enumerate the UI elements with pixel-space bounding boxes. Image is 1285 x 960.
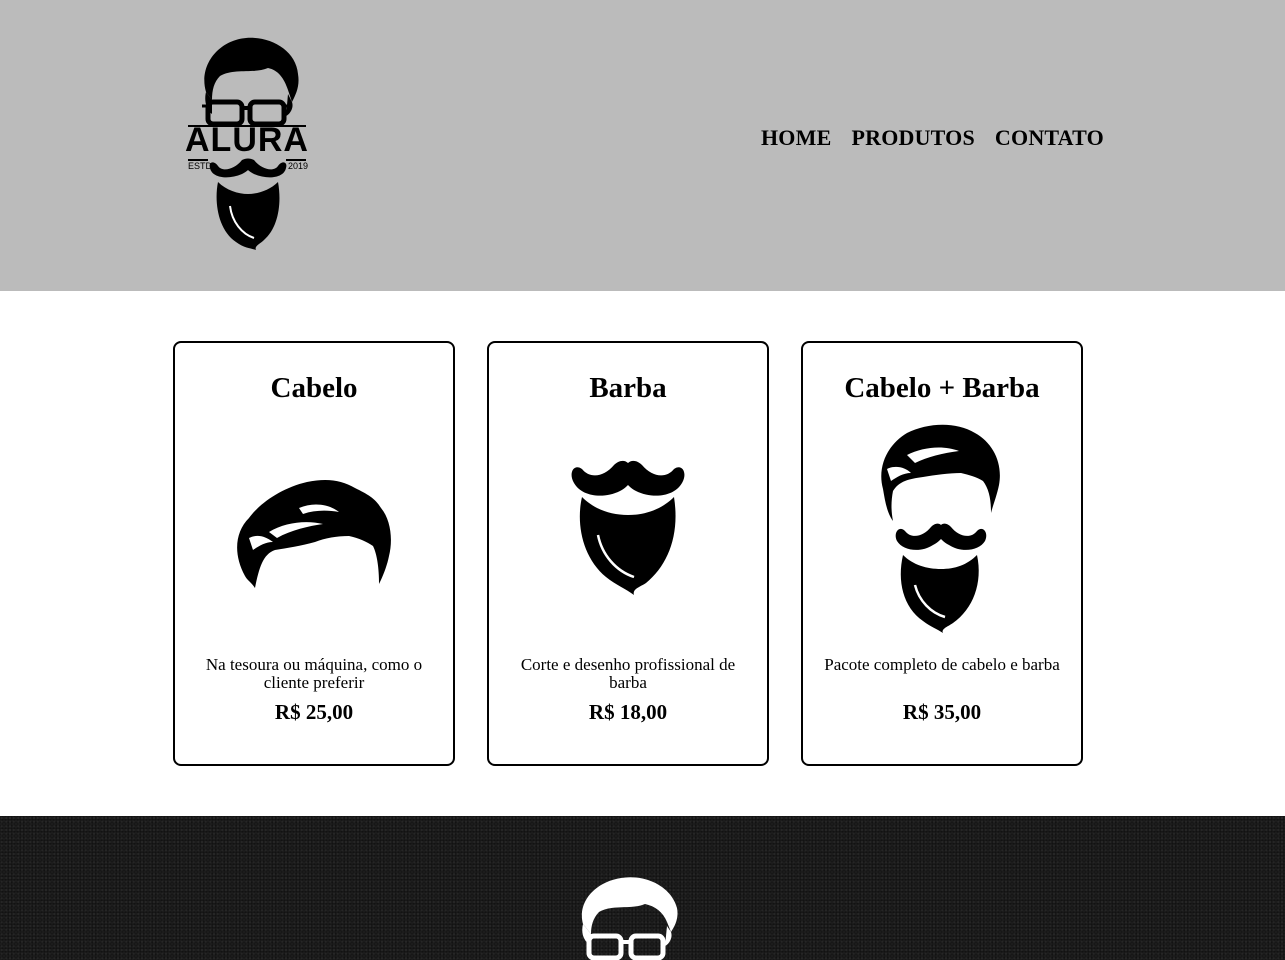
product-title: Cabelo — [270, 372, 358, 404]
site-header: ALURA ESTD 2019 HOME PRODUTOS CONTATO — [0, 0, 1285, 291]
product-price: R$ 18,00 — [588, 700, 668, 724]
nav-link-produtos[interactable]: PRODUTOS — [851, 124, 974, 152]
logo-estd-text: ESTD — [188, 161, 213, 171]
nav-link-contato[interactable]: CONTATO — [995, 124, 1104, 152]
nav-link-home[interactable]: HOME — [761, 124, 831, 152]
product-card-cabelo-barba[interactable]: Cabelo + Barba Pacote completo de cabelo… — [801, 341, 1083, 766]
product-image — [489, 418, 767, 638]
product-description: Pacote completo de cabelo e barba — [824, 655, 1060, 674]
brand-logo[interactable]: ALURA ESTD 2019 — [184, 34, 310, 252]
hair-and-beard-icon — [881, 424, 1000, 633]
product-title: Barba — [589, 372, 667, 404]
main-nav: HOME PRODUTOS CONTATO — [761, 124, 1104, 152]
logo-brand-text: ALURA — [185, 121, 309, 159]
product-title: Cabelo + Barba — [844, 372, 1040, 404]
logo-year-text: 2019 — [287, 161, 308, 171]
product-description: Na tesoura ou máquina, como o cliente pr… — [205, 655, 423, 692]
product-description: Corte e desenho profissional de barba — [520, 655, 736, 692]
product-image — [803, 418, 1081, 638]
product-card-barba[interactable]: Barba Corte e desenho profissional de ba… — [487, 341, 769, 766]
products-section: Cabelo Na tesoura ou máquina, como o cli… — [0, 291, 1285, 816]
product-card-cabelo[interactable]: Cabelo Na tesoura ou máquina, como o cli… — [173, 341, 455, 766]
hair-icon — [237, 480, 391, 588]
beard-icon — [571, 460, 685, 595]
product-image — [175, 418, 453, 638]
product-price: R$ 25,00 — [274, 700, 354, 724]
site-footer — [0, 816, 1285, 960]
footer-logo — [575, 874, 685, 960]
product-price: R$ 35,00 — [902, 700, 982, 724]
footer-bearded-man-icon — [581, 877, 678, 960]
